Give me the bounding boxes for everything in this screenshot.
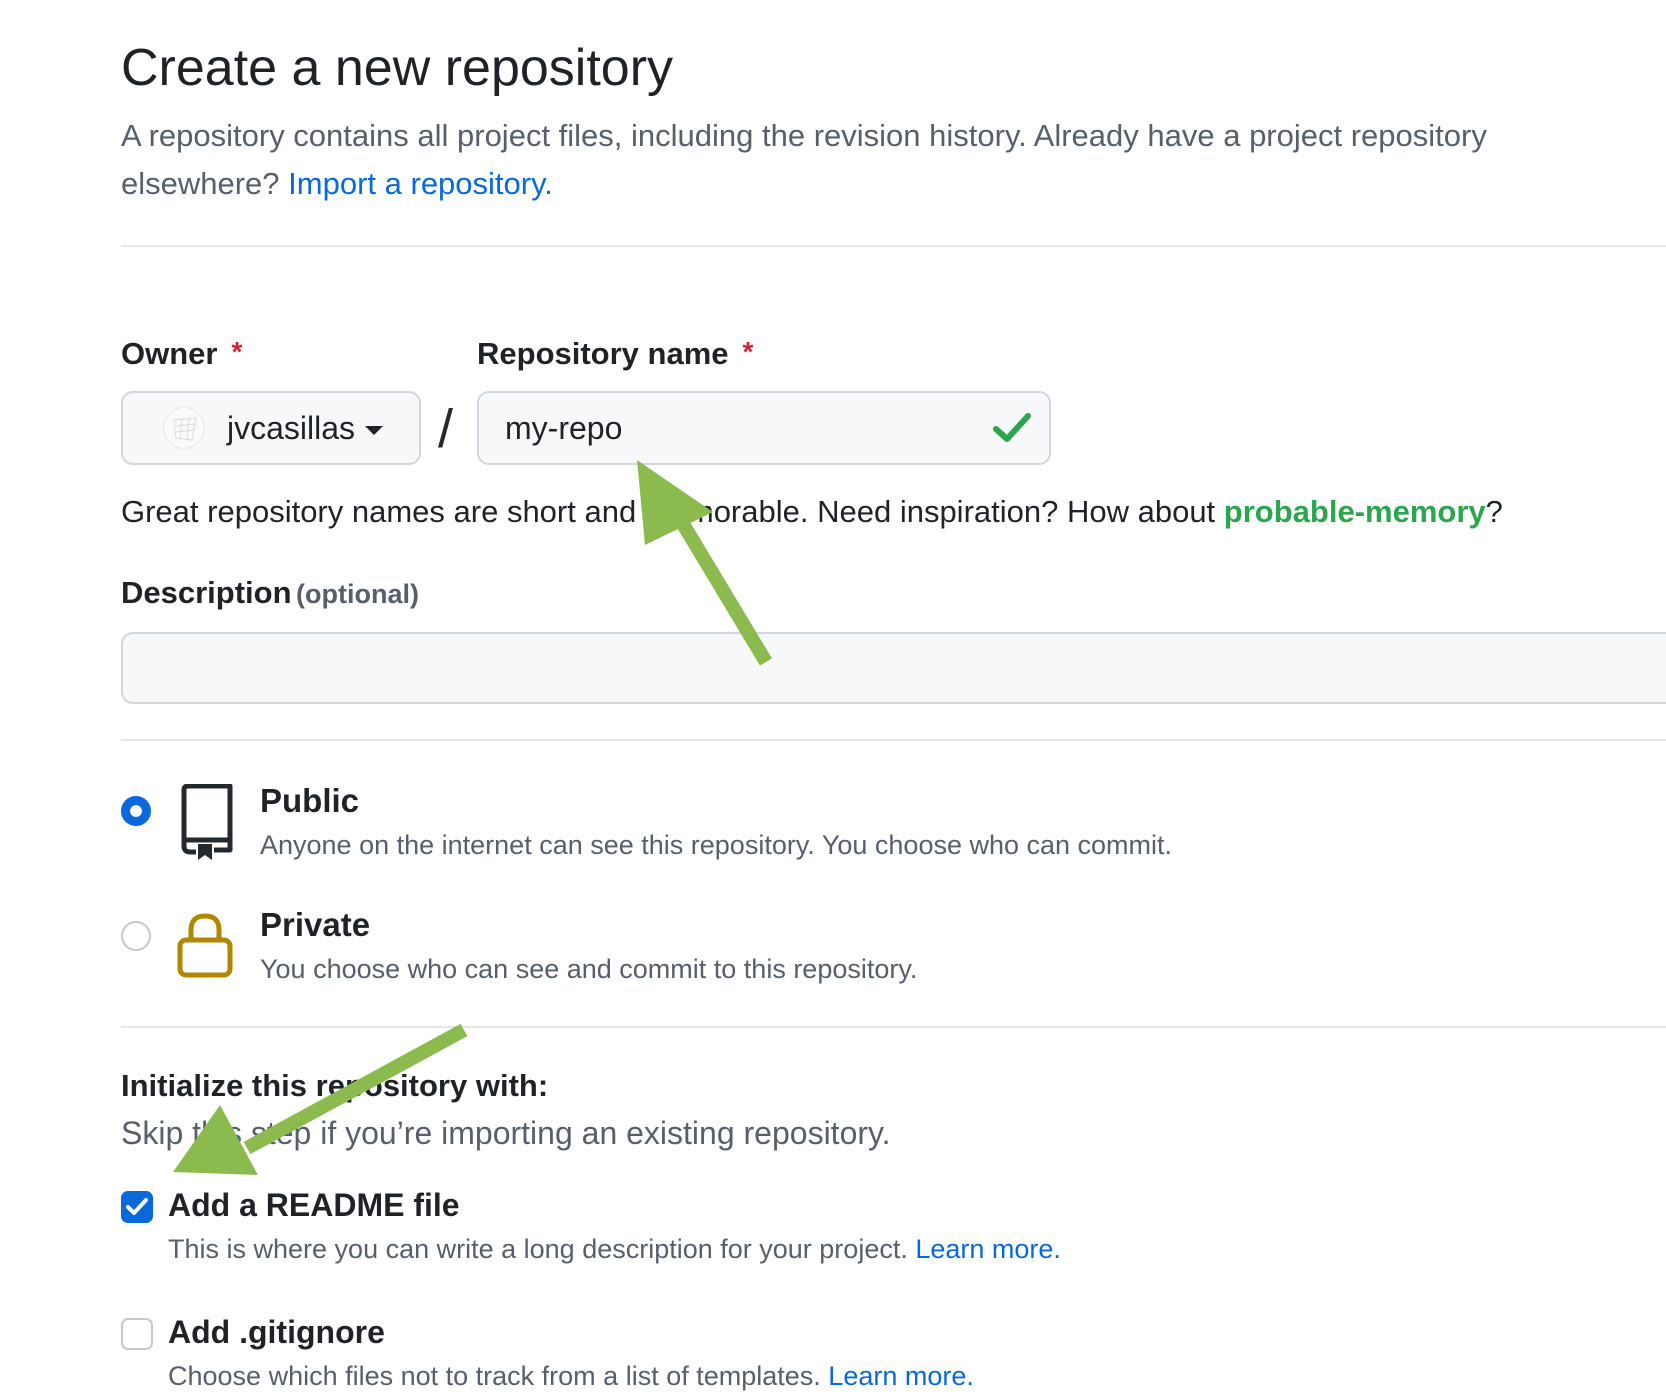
description-label-text: Description [121,575,292,610]
repo-icon [176,783,236,865]
gitignore-checkbox[interactable] [121,1318,153,1350]
owner-name: jvcasillas [227,409,356,446]
private-description: You choose who can see and commit to thi… [260,954,918,984]
repo-name-hint: Great repository names are short and mem… [121,494,1503,530]
gitignore-title: Add .gitignore [168,1314,385,1350]
divider [121,1026,1666,1028]
gitignore-description-text: Choose which files not to track from a l… [168,1361,821,1391]
readme-learn-more-link[interactable]: Learn more. [915,1234,1061,1264]
description-input[interactable] [121,632,1666,704]
check-icon [992,410,1032,451]
public-description: Anyone on the internet can see this repo… [260,830,1173,860]
gitignore-description: Choose which files not to track from a l… [168,1361,974,1392]
owner-label-text: Owner [121,336,218,371]
hint-text: Great repository names are short and mem… [121,494,1224,529]
owner-dropdown[interactable]: jvcasillas [121,391,421,465]
repo-name-required-mark: * [742,336,754,367]
repo-name-label-text: Repository name [477,336,729,371]
initialize-title: Initialize this repository with: [121,1068,549,1103]
description-label: Description (optional) [121,575,419,611]
avatar [163,407,205,449]
owner-repo-separator: / [438,399,454,459]
owner-label: Owner * [121,336,242,372]
readme-title: Add a README file [168,1187,460,1223]
page-title: Create a new repository [121,39,674,97]
gitignore-learn-more-link[interactable]: Learn more. [828,1361,974,1391]
description-optional: (optional) [295,579,419,609]
public-radio[interactable] [121,796,151,826]
name-suggestion-link[interactable]: probable-memory [1224,494,1486,529]
avatar-icon [173,417,197,441]
repo-name-label: Repository name * [477,336,753,372]
check-icon [126,1198,148,1215]
chevron-down-icon [365,425,384,435]
divider [121,739,1666,741]
divider [121,245,1666,247]
private-radio[interactable] [121,921,151,951]
hint-end: ? [1485,494,1503,529]
readme-description-text: This is where you can write a long descr… [168,1234,908,1264]
readme-checkbox[interactable] [121,1191,153,1223]
import-repository-link[interactable]: Import a repository. [288,166,553,201]
owner-required-mark: * [231,336,243,367]
initialize-subtitle: Skip this step if you’re importing an ex… [121,1115,891,1151]
repo-name-input[interactable] [477,391,1051,465]
readme-description: This is where you can write a long descr… [168,1234,1061,1265]
public-title: Public [260,782,360,819]
lock-icon [177,912,233,983]
private-title: Private [260,906,371,943]
page-subtitle: A repository contains all project files,… [121,112,1621,208]
